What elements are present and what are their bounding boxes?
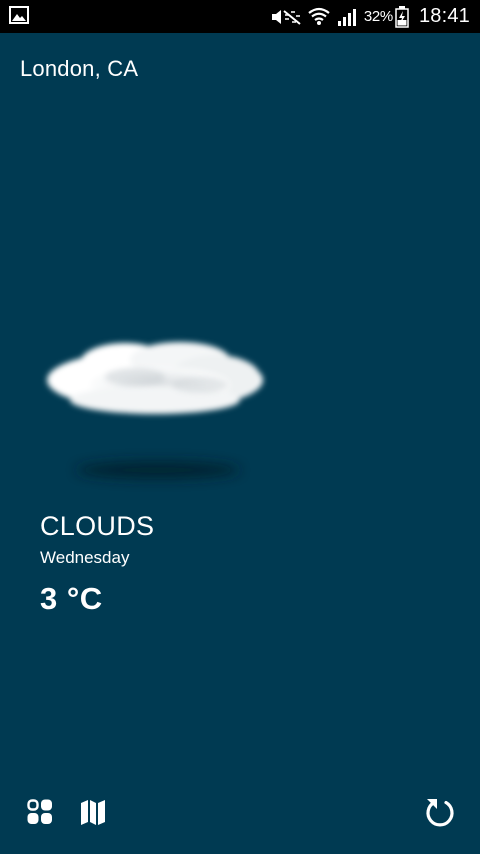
location-label: London, CA [20, 56, 139, 81]
status-time: 18:41 [418, 5, 470, 27]
signal-icon [336, 7, 358, 27]
status-bar: 32% 18:41 [0, 0, 480, 33]
grid-button[interactable] [23, 797, 57, 831]
gallery-icon [9, 6, 29, 24]
grid-icon [26, 798, 54, 831]
wifi-icon [308, 6, 330, 28]
weather-day: Wednesday [40, 548, 130, 567]
mute-icon [270, 7, 302, 27]
cloud-icon [40, 325, 280, 495]
battery-icon [395, 5, 409, 28]
battery-percent: 32% [363, 8, 393, 25]
weather-condition: CLOUDS [40, 511, 155, 541]
weather-temperature: 3 °C [40, 581, 103, 616]
weather-screen: 32% 18:41 London, CA CLOUDS Wednesday 3 … [0, 0, 480, 854]
status-icons: 32% 18:41 [270, 0, 470, 33]
map-icon [79, 798, 107, 831]
refresh-icon [424, 796, 456, 833]
map-button[interactable] [76, 797, 110, 831]
refresh-button[interactable] [423, 797, 457, 831]
